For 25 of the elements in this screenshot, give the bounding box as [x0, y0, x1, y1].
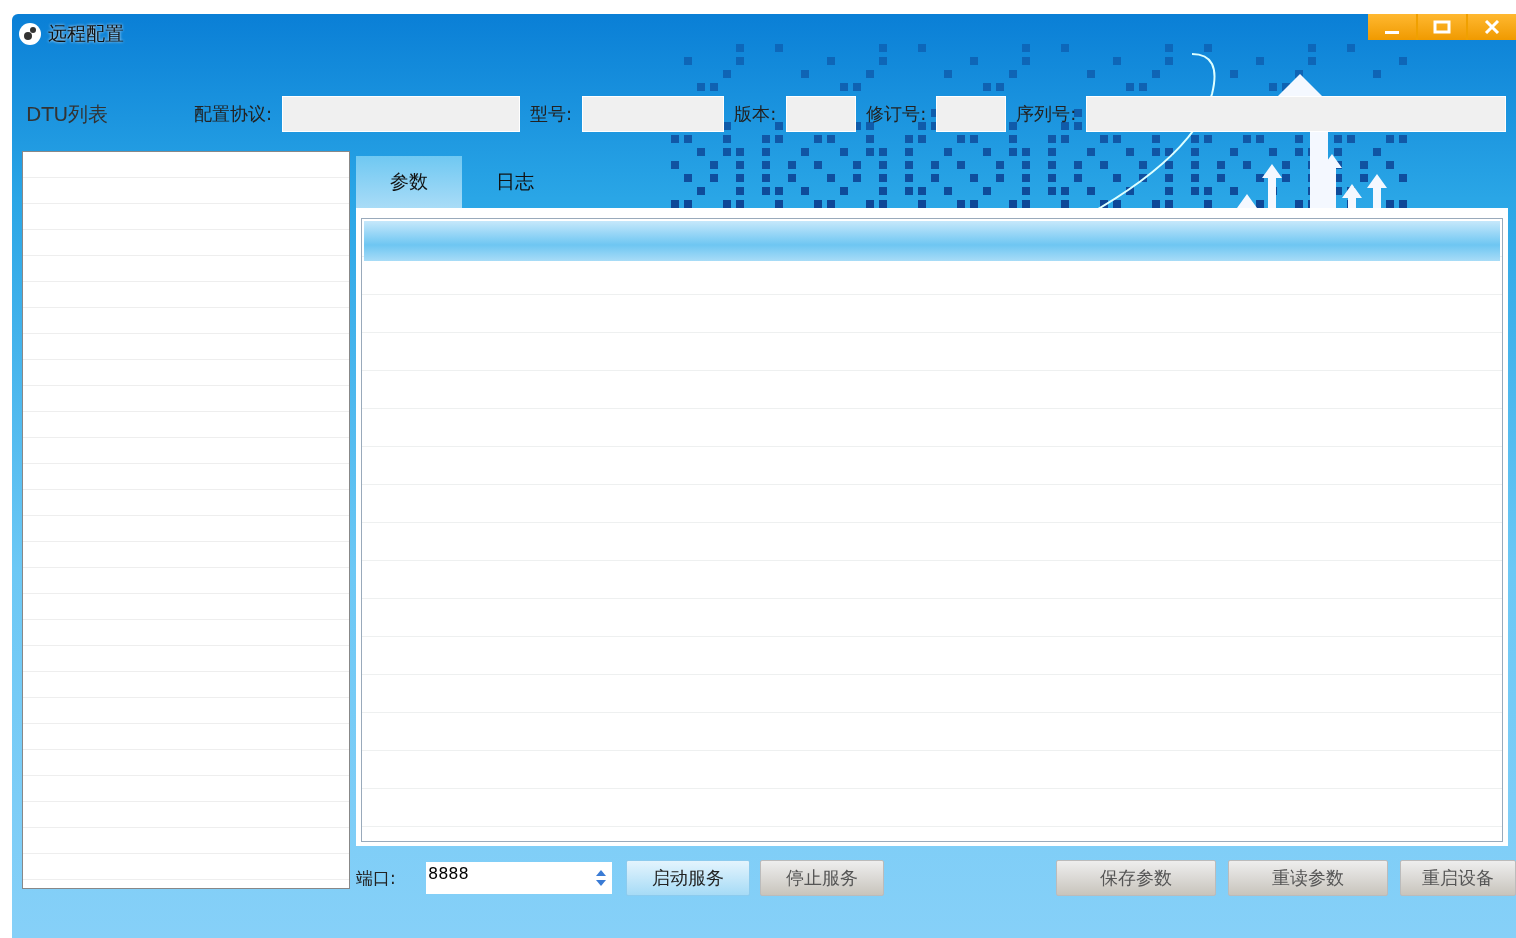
field-label: 型号: [530, 102, 573, 126]
maximize-icon [1433, 20, 1451, 34]
field-label: 修订号: [866, 102, 927, 126]
input-field[interactable] [786, 96, 857, 132]
minimize-button[interactable] [1368, 14, 1416, 40]
tab[interactable]: 参数 [356, 156, 462, 208]
input-field[interactable] [282, 96, 521, 132]
maximize-button[interactable] [1418, 14, 1466, 40]
minimize-icon [1385, 30, 1399, 34]
dtu-list[interactable] [22, 151, 350, 889]
close-button[interactable] [1468, 14, 1516, 40]
port-field[interactable]: 8888 [426, 862, 590, 894]
field-label: 序列号: [1016, 102, 1077, 126]
tab[interactable]: 日志 [462, 156, 568, 208]
list-label: DTU列表 [26, 100, 110, 128]
action-button[interactable]: 启动服务 [626, 860, 750, 896]
input-field[interactable] [582, 96, 725, 132]
field-label: 配置协议: [194, 102, 273, 126]
input-field[interactable] [1086, 96, 1506, 132]
port-label: 端口: [356, 866, 397, 890]
window-title: 远程配置 [48, 21, 124, 46]
input-field[interactable] [936, 96, 1007, 132]
field-label: 版本: [734, 102, 777, 126]
spinner-arrows-icon [590, 862, 612, 894]
close-icon [1484, 20, 1500, 34]
